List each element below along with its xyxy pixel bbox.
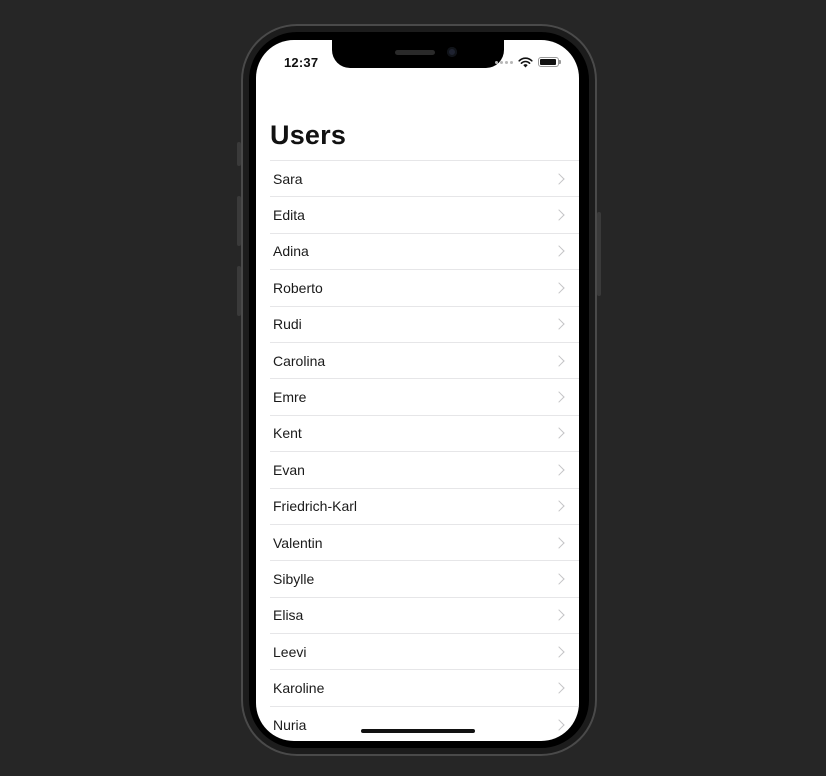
user-name-label: Elisa [273, 607, 304, 624]
user-name-label: Roberto [273, 279, 323, 296]
user-name-label: Emre [273, 389, 307, 406]
list-item-evan[interactable]: Evan [270, 451, 579, 487]
chevron-right-icon [553, 173, 565, 185]
chevron-right-icon [553, 391, 565, 403]
front-camera-icon [447, 47, 457, 57]
list-item-rudi[interactable]: Rudi [270, 305, 579, 342]
list-item-sara[interactable]: Sara [270, 160, 579, 196]
user-name-label: Nuria [273, 716, 307, 733]
cellular-dots-icon [495, 60, 513, 64]
user-name-label: Valentin [273, 534, 323, 551]
user-name-label: Sibylle [273, 570, 315, 587]
user-name-label: Sara [273, 170, 303, 187]
list-item-elisa[interactable]: Elisa [270, 596, 579, 633]
chevron-right-icon [553, 354, 565, 367]
notch [332, 40, 504, 68]
list-item-carolina[interactable]: Carolina [270, 341, 579, 378]
battery-level [540, 59, 556, 65]
speaker-grille [395, 50, 435, 55]
user-name-label: Adina [273, 243, 309, 260]
chevron-right-icon [553, 718, 565, 731]
user-name-label: Rudi [273, 316, 302, 333]
user-name-label: Edita [273, 207, 305, 224]
list-item-nuria[interactable]: Nuria [270, 705, 579, 741]
chevron-right-icon [553, 209, 565, 221]
list-item-kent[interactable]: Kent [270, 414, 579, 451]
wifi-icon [518, 56, 533, 67]
page-title: Users [270, 120, 347, 150]
list-item-leevi[interactable]: Leevi [270, 633, 579, 669]
chevron-right-icon [553, 282, 565, 294]
user-name-label: Karoline [273, 680, 325, 697]
user-name-label: Friedrich-Karl [273, 498, 358, 515]
user-name-label: Carolina [273, 352, 326, 369]
list-item-friedrich-karl[interactable]: Friedrich-Karl [270, 487, 579, 524]
chevron-right-icon [553, 500, 565, 512]
home-indicator[interactable] [361, 729, 475, 733]
list-item-sibylle[interactable]: Sibylle [270, 560, 579, 596]
side-button [597, 212, 601, 296]
user-name-label: Leevi [273, 643, 307, 660]
list-item-adina[interactable]: Adina [270, 232, 579, 269]
user-name-label: Evan [273, 461, 305, 478]
list-item-edita[interactable]: Edita [270, 196, 579, 232]
user-name-label: Kent [273, 425, 302, 442]
user-list: Sara Edita Adina Roberto Rudi Carolina E… [270, 160, 579, 741]
chevron-right-icon [553, 573, 565, 585]
chevron-right-icon [553, 609, 565, 622]
list-item-emre[interactable]: Emre [270, 378, 579, 414]
chevron-right-icon [553, 427, 565, 440]
chevron-right-icon [553, 318, 565, 330]
list-item-roberto[interactable]: Roberto [270, 269, 579, 305]
list-item-valentin[interactable]: Valentin [270, 523, 579, 560]
status-time: 12:37 [284, 55, 319, 70]
chevron-right-icon [553, 682, 565, 694]
list-item-karoline[interactable]: Karoline [270, 669, 579, 705]
chevron-right-icon [553, 646, 565, 658]
chevron-right-icon [553, 245, 565, 258]
battery-icon [538, 57, 561, 67]
chevron-right-icon [553, 464, 565, 476]
phone-screen: 12:37 Users Sara Edita Adina Roberto Rud… [256, 40, 579, 741]
chevron-right-icon [553, 536, 565, 549]
simulator-backdrop: 12:37 Users Sara Edita Adina Roberto Rud… [0, 0, 826, 776]
status-icons [495, 55, 561, 69]
